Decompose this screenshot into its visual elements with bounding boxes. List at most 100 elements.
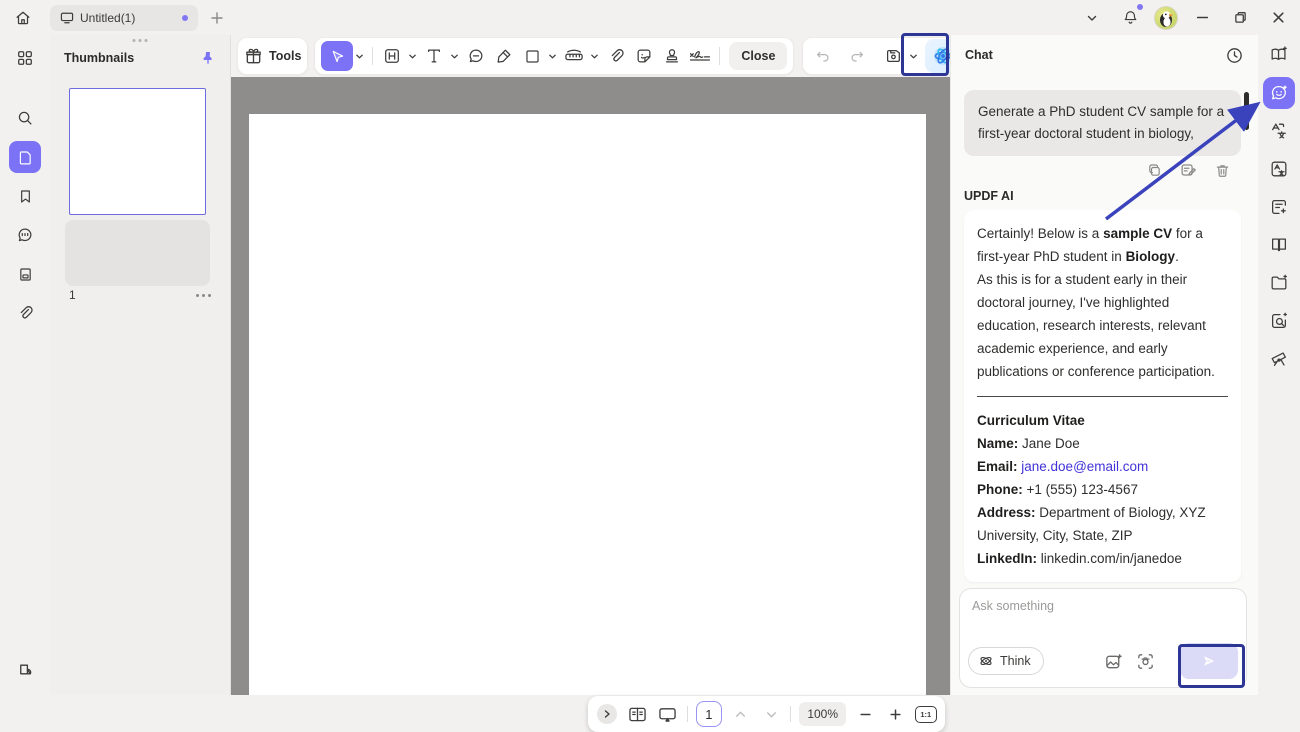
minimize-icon: [1196, 16, 1208, 19]
save-button[interactable]: [879, 41, 907, 71]
pin-icon[interactable]: [200, 50, 216, 66]
two-page-view-icon: [629, 707, 646, 721]
comment-bubble-icon: [18, 228, 32, 242]
sidebar-item-bookmarks[interactable]: [9, 180, 41, 212]
pdf-page[interactable]: [249, 114, 926, 695]
sidebar-item-search[interactable]: [9, 102, 41, 134]
home-button[interactable]: [8, 5, 38, 31]
close-window-button[interactable]: [1264, 4, 1292, 32]
cursor-icon: [332, 50, 344, 62]
undo-button[interactable]: [809, 41, 837, 71]
text-t-icon: [428, 49, 441, 63]
sidebar-item-batch[interactable]: [9, 653, 41, 685]
sidebar-item-ai-chat[interactable]: [1263, 77, 1295, 109]
chat-panel-title: Chat: [965, 48, 993, 62]
think-mode-button[interactable]: Think: [968, 647, 1044, 675]
translate-icon: [1272, 123, 1286, 139]
previous-page-button[interactable]: [730, 701, 752, 727]
screenshot-icon[interactable]: [1136, 652, 1155, 671]
notifications-button[interactable]: [1116, 3, 1144, 32]
page-number-input[interactable]: 1: [695, 701, 722, 727]
sidebar-item-ai-summary[interactable]: [1263, 191, 1295, 223]
tools-button[interactable]: Tools: [237, 37, 309, 75]
measure-tool-dropdown[interactable]: [588, 41, 600, 71]
sidebar-item-translate[interactable]: [1263, 115, 1295, 147]
telescope-icon: [1271, 352, 1286, 366]
restore-icon: [1234, 12, 1246, 23]
right-sidebar: [1258, 35, 1300, 695]
sidebar-item-ai-files[interactable]: [1263, 267, 1295, 299]
sticker-tool-button[interactable]: [630, 41, 658, 71]
sidebar-item-app-grid[interactable]: [9, 42, 41, 74]
edit-text-tool-button[interactable]: [378, 41, 406, 71]
text-tool-button[interactable]: [420, 41, 448, 71]
titlebar-dropdown-button[interactable]: [1078, 4, 1106, 32]
sidebar-item-ai-read[interactable]: [1263, 39, 1295, 71]
save-dropdown[interactable]: [907, 41, 919, 71]
user-message-bubble[interactable]: Generate a PhD student CV sample for a f…: [964, 90, 1241, 156]
sidebar-item-ai-search[interactable]: [1263, 305, 1295, 337]
zoom-in-button[interactable]: [884, 701, 906, 727]
select-tool-dropdown[interactable]: [353, 41, 365, 71]
attachment-tool-button[interactable]: [602, 41, 630, 71]
sidebar-item-translate-page[interactable]: [1263, 153, 1295, 185]
next-page-button[interactable]: [760, 701, 782, 727]
user-avatar[interactable]: [1154, 5, 1178, 30]
translate-page-icon: [1271, 161, 1287, 177]
comment-tool-button[interactable]: [462, 41, 490, 71]
batch-tools-icon: [19, 664, 31, 674]
sidebar-item-pages[interactable]: [9, 258, 41, 290]
chat-history-icon[interactable]: [1225, 46, 1244, 65]
minimize-button[interactable]: [1188, 4, 1216, 32]
ruler-icon: [565, 49, 584, 61]
highlighter-icon: [497, 49, 511, 63]
ai-sender-name: UPDF AI: [964, 189, 1014, 203]
sidebar-item-reader[interactable]: [1263, 229, 1295, 261]
sidebar-item-comments[interactable]: [9, 219, 41, 251]
add-image-icon[interactable]: [1104, 652, 1123, 671]
highlighter-tool-button[interactable]: [490, 41, 518, 71]
chat-input-field[interactable]: [972, 599, 1234, 643]
shapes-tool-dropdown[interactable]: [546, 41, 558, 71]
one-to-one-icon: 1:1: [914, 705, 937, 723]
presentation-button[interactable]: [657, 701, 679, 727]
close-tool-button[interactable]: Close: [729, 42, 788, 70]
page-thumbnail-1[interactable]: [69, 88, 206, 215]
restore-button[interactable]: [1226, 4, 1254, 32]
panel-drag-handle[interactable]: [132, 39, 148, 42]
thumbnail-menu-icon[interactable]: [196, 293, 211, 297]
send-button[interactable]: [1180, 643, 1238, 679]
zoom-level-display[interactable]: 100%: [799, 702, 847, 726]
sidebar-item-attachments[interactable]: [9, 297, 41, 329]
collapse-bar-button[interactable]: [596, 701, 618, 727]
actual-size-button[interactable]: 1:1: [914, 701, 937, 727]
edit-tool-dropdown[interactable]: [406, 41, 418, 71]
select-tool-button[interactable]: [321, 41, 354, 71]
copy-message-button[interactable]: [1144, 160, 1164, 180]
shapes-tool-button[interactable]: [518, 41, 546, 71]
thumbnails-panel-title: Thumbnails: [64, 51, 135, 65]
edit-h-icon: [385, 49, 400, 63]
ai-message-bubble[interactable]: Certainly! Below is a sample CV for a fi…: [964, 210, 1241, 582]
chat-input-box[interactable]: Think: [959, 588, 1247, 688]
bookmark-icon: [20, 189, 30, 203]
sidebar-item-thumbnails[interactable]: [9, 141, 41, 173]
new-tab-button[interactable]: [206, 7, 228, 29]
chevron-up-icon: [736, 711, 746, 717]
email-link[interactable]: jane.doe@email.com: [1018, 459, 1148, 474]
chat-scrollbar[interactable]: [1244, 92, 1249, 130]
redo-button[interactable]: [843, 41, 871, 71]
sidebar-item-explore[interactable]: [1263, 343, 1295, 375]
paperclip-icon: [612, 49, 625, 62]
page-layout-button[interactable]: [626, 701, 648, 727]
search-icon: [18, 111, 32, 125]
zoom-out-button[interactable]: [854, 701, 876, 727]
ai-message-text: Certainly! Below is a sample CV for a fi…: [977, 226, 1215, 379]
signature-tool-button[interactable]: [686, 41, 714, 71]
text-tool-dropdown[interactable]: [448, 41, 460, 71]
delete-message-button[interactable]: [1212, 160, 1232, 180]
stamp-tool-button[interactable]: [658, 41, 686, 71]
edit-message-button[interactable]: [1178, 160, 1198, 180]
document-tab[interactable]: Untitled(1): [50, 4, 198, 31]
measure-tool-button[interactable]: [560, 41, 588, 71]
